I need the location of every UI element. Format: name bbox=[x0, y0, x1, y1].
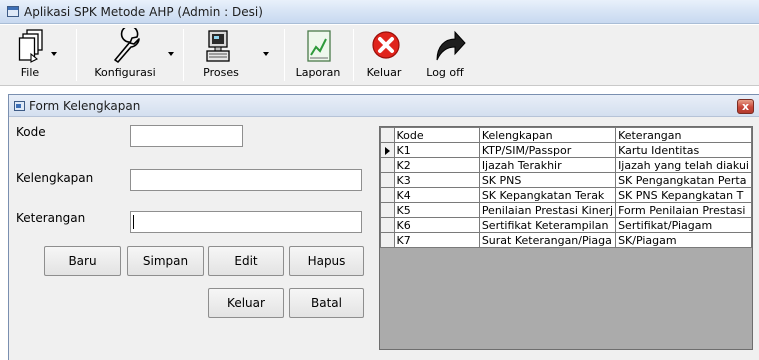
logoff-arrow-icon bbox=[436, 30, 466, 61]
row-indicator[interactable] bbox=[380, 232, 395, 248]
cell-kelengkapan[interactable]: Surat Keterangan/Piaga bbox=[478, 232, 617, 248]
cell-kode[interactable]: K6 bbox=[393, 217, 480, 233]
file-dropdown-arrow[interactable] bbox=[51, 52, 57, 56]
keterangan-label: Keterangan bbox=[16, 211, 86, 225]
logoff-button[interactable]: Log off bbox=[421, 25, 481, 85]
table-row[interactable]: K3 SK PNS SK Pengangkatan Perta bbox=[380, 172, 752, 188]
cell-keterangan[interactable]: Sertifikat/Piagam bbox=[615, 217, 752, 233]
cell-keterangan[interactable]: Ijazah yang telah diakui bbox=[615, 157, 752, 173]
window-title: Aplikasi SPK Metode AHP (Admin : Desi) bbox=[24, 5, 263, 19]
konfigurasi-label: Konfigurasi bbox=[94, 66, 156, 79]
exit-x-icon bbox=[372, 31, 400, 59]
baru-button[interactable]: Baru bbox=[44, 246, 121, 276]
batal-button[interactable]: Batal bbox=[289, 288, 364, 318]
proses-dropdown-arrow[interactable] bbox=[263, 52, 269, 56]
cell-keterangan[interactable]: SK/Piagam bbox=[615, 232, 752, 248]
kelengkapan-table: Kode Kelengkapan Keterangan K1 KTP/SIM/P… bbox=[380, 127, 752, 248]
simpan-button[interactable]: Simpan bbox=[127, 246, 204, 276]
text-caret bbox=[133, 215, 134, 229]
kode-input[interactable] bbox=[130, 125, 243, 147]
file-button[interactable]: File bbox=[8, 25, 66, 85]
cell-keterangan[interactable]: SK Pengangkatan Perta bbox=[615, 172, 752, 188]
keterangan-input[interactable] bbox=[130, 211, 362, 233]
row-indicator[interactable] bbox=[380, 157, 395, 173]
cell-keterangan[interactable]: Form Penilaian Prestasi bbox=[615, 202, 752, 218]
cell-kode[interactable]: K2 bbox=[393, 157, 480, 173]
cell-keterangan[interactable]: Kartu Identitas bbox=[615, 142, 752, 158]
cell-kelengkapan[interactable]: Penilaian Prestasi Kinerj bbox=[478, 202, 617, 218]
table-row[interactable]: K5 Penilaian Prestasi Kinerj Form Penila… bbox=[380, 202, 752, 218]
edit-button[interactable]: Edit bbox=[208, 246, 284, 276]
logoff-label: Log off bbox=[426, 66, 464, 79]
grid-header-row: Kode Kelengkapan Keterangan bbox=[380, 127, 752, 143]
cell-kode[interactable]: K4 bbox=[393, 187, 480, 203]
kelengkapan-label: Kelengkapan bbox=[16, 171, 94, 185]
cell-kode[interactable]: K7 bbox=[393, 232, 480, 248]
cell-kelengkapan[interactable]: Sertifikat Keterampilan bbox=[478, 217, 617, 233]
toolbar-separator bbox=[76, 29, 77, 81]
cell-kelengkapan[interactable]: SK PNS bbox=[478, 172, 617, 188]
form-title-bar: Form Kelengkapan x bbox=[9, 95, 759, 117]
document-stack-icon bbox=[18, 29, 43, 63]
file-label: File bbox=[20, 66, 40, 79]
laporan-label: Laporan bbox=[295, 66, 341, 79]
cell-kode[interactable]: K3 bbox=[393, 172, 480, 188]
wrench-icon bbox=[114, 28, 140, 63]
row-indicator[interactable] bbox=[380, 217, 395, 233]
keluar-toolbar-button[interactable]: Keluar bbox=[360, 25, 412, 85]
cell-kode[interactable]: K1 bbox=[393, 142, 480, 158]
column-header-kelengkapan[interactable]: Kelengkapan bbox=[478, 127, 617, 143]
form-title: Form Kelengkapan bbox=[29, 99, 141, 113]
column-header-keterangan[interactable]: Keterangan bbox=[615, 127, 752, 143]
toolbar-separator bbox=[353, 29, 354, 81]
cell-keterangan[interactable]: SK PNS Kepangkatan T bbox=[615, 187, 752, 203]
laporan-button[interactable]: Laporan bbox=[289, 25, 349, 85]
row-indicator[interactable] bbox=[380, 187, 395, 203]
computer-icon bbox=[206, 30, 230, 62]
keluar-toolbar-label: Keluar bbox=[366, 66, 402, 79]
cell-kode[interactable]: K5 bbox=[393, 202, 480, 218]
toolbar-separator bbox=[183, 29, 184, 81]
proses-button[interactable]: Proses bbox=[195, 25, 269, 85]
current-row-pointer-icon bbox=[384, 146, 390, 155]
kode-label: Kode bbox=[16, 125, 46, 139]
table-row[interactable]: K7 Surat Keterangan/Piaga SK/Piagam bbox=[380, 232, 752, 248]
table-row[interactable]: K2 Ijazah Terakhir Ijazah yang telah dia… bbox=[380, 157, 752, 173]
toolbar-separator bbox=[284, 29, 285, 81]
cell-kelengkapan[interactable]: Ijazah Terakhir bbox=[478, 157, 617, 173]
row-indicator[interactable] bbox=[380, 202, 395, 218]
row-indicator[interactable] bbox=[380, 172, 395, 188]
hapus-button[interactable]: Hapus bbox=[289, 246, 364, 276]
kelengkapan-input[interactable] bbox=[130, 169, 362, 191]
table-row[interactable]: K6 Sertifikat Keterampilan Sertifikat/Pi… bbox=[380, 217, 752, 233]
kelengkapan-grid[interactable]: Kode Kelengkapan Keterangan K1 KTP/SIM/P… bbox=[379, 126, 753, 350]
proses-label: Proses bbox=[203, 66, 239, 79]
table-row[interactable]: K1 KTP/SIM/Passpor Kartu Identitas bbox=[380, 142, 752, 158]
table-row[interactable]: K4 SK Kepangkatan Terak SK PNS Kepangkat… bbox=[380, 187, 752, 203]
app-window-icon bbox=[7, 6, 19, 17]
chart-report-icon bbox=[307, 30, 331, 62]
konfigurasi-button[interactable]: Konfigurasi bbox=[86, 25, 174, 85]
row-indicator[interactable] bbox=[380, 142, 395, 158]
grid-corner bbox=[380, 127, 395, 143]
main-title-bar: Aplikasi SPK Metode AHP (Admin : Desi) bbox=[0, 0, 759, 24]
cell-kelengkapan[interactable]: SK Kepangkatan Terak bbox=[478, 187, 617, 203]
column-header-kode[interactable]: Kode bbox=[393, 127, 480, 143]
close-icon[interactable]: x bbox=[737, 99, 754, 114]
keluar-button[interactable]: Keluar bbox=[208, 288, 284, 318]
form-window-icon bbox=[14, 101, 25, 111]
main-toolbar: File Konfigurasi Proses Laporan Keluar L… bbox=[0, 25, 759, 86]
konfigurasi-dropdown-arrow[interactable] bbox=[168, 52, 174, 56]
cell-kelengkapan[interactable]: KTP/SIM/Passpor bbox=[478, 142, 617, 158]
form-kelengkapan-window: Form Kelengkapan x Kode Kelengkapan Kete… bbox=[8, 94, 759, 360]
